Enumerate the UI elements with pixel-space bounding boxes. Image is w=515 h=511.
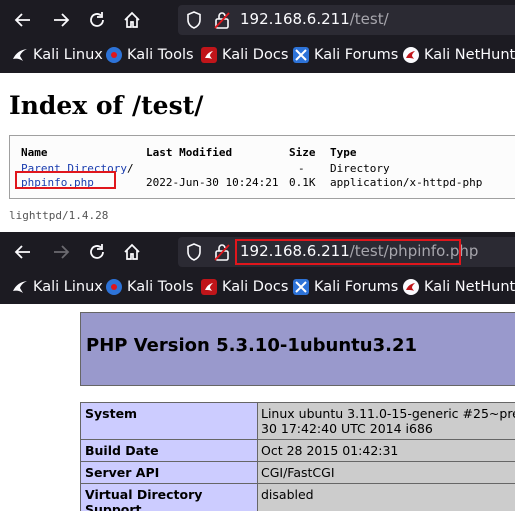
url-path: /test/ bbox=[349, 10, 389, 28]
listing-table: Name Last Modified Size Type Parent Dire… bbox=[9, 135, 515, 199]
back-button[interactable] bbox=[9, 238, 37, 266]
bookmark-label: Kali Docs bbox=[222, 279, 289, 295]
back-arrow-icon bbox=[14, 13, 30, 27]
insecure-lock-icon[interactable] bbox=[214, 11, 230, 29]
bookmark-label: Kali Forums bbox=[314, 47, 399, 63]
home-button[interactable] bbox=[118, 6, 146, 34]
page-title: Index of /test/ bbox=[9, 91, 204, 120]
table-row: Build Date Oct 28 2015 01:42:31 bbox=[80, 440, 515, 462]
column-header-modified[interactable]: Last Modified bbox=[146, 146, 232, 159]
home-icon bbox=[124, 11, 140, 28]
home-button[interactable] bbox=[118, 238, 146, 266]
bookmark-kali-forums[interactable]: Kali Forums bbox=[293, 279, 398, 295]
php-version-header: PHP Version 5.3.10-1ubuntu3.21 bbox=[80, 312, 515, 386]
phpinfo-highlight-box bbox=[15, 171, 116, 189]
row-type: application/x-httpd-php bbox=[330, 176, 483, 189]
kali-forums-icon bbox=[293, 279, 309, 295]
kali-tools-icon bbox=[106, 279, 122, 295]
browser-chrome-bottom: 192.168.6.211/test/phpinfo.php Kali Linu… bbox=[0, 232, 515, 304]
bookmark-label: Kali Tools bbox=[127, 279, 194, 295]
bookmark-kali-docs[interactable]: Kali Docs bbox=[201, 279, 288, 295]
forward-arrow-icon bbox=[54, 245, 70, 259]
kali-dragon-icon bbox=[12, 279, 28, 295]
bookmark-label: Kali NetHunter bbox=[424, 47, 515, 63]
bookmark-label: Kali Docs bbox=[222, 47, 289, 63]
phpinfo-page: PHP Version 5.3.10-1ubuntu3.21 System Li… bbox=[0, 304, 515, 511]
row-value: CGI/FastCGI bbox=[258, 462, 515, 483]
bookmark-kali-linux[interactable]: Kali Linux bbox=[12, 279, 103, 295]
table-row: Virtual Directory Support disabled bbox=[80, 484, 515, 511]
bookmarks-toolbar: Kali Linux Kali Tools Kali Docs Kali For… bbox=[0, 272, 515, 305]
row-value: Oct 28 2015 01:42:31 bbox=[258, 440, 515, 461]
url-highlight-box bbox=[235, 239, 461, 265]
kali-docs-icon bbox=[201, 279, 217, 295]
row-key: Build Date bbox=[80, 440, 258, 461]
kali-forums-icon bbox=[293, 47, 309, 63]
bookmark-kali-linux[interactable]: Kali Linux bbox=[12, 47, 103, 63]
row-key: Server API bbox=[80, 462, 258, 483]
bookmark-kali-nethunter[interactable]: Kali NetHunter bbox=[403, 47, 515, 63]
forward-button[interactable] bbox=[47, 6, 75, 34]
table-row: System Linux ubuntu 3.11.0-15-generic #2… bbox=[80, 402, 515, 440]
php-version-title: PHP Version 5.3.10-1ubuntu3.21 bbox=[86, 335, 418, 356]
row-size: 0.1K bbox=[289, 176, 316, 189]
bookmarks-toolbar: Kali Linux Kali Tools Kali Docs Kali For… bbox=[0, 40, 515, 73]
column-header-size[interactable]: Size bbox=[289, 146, 316, 159]
bookmark-kali-tools[interactable]: Kali Tools bbox=[106, 279, 194, 295]
phpinfo-table: System Linux ubuntu 3.11.0-15-generic #2… bbox=[80, 402, 515, 511]
nav-toolbar: 192.168.6.211/test/ bbox=[0, 0, 515, 40]
forward-button[interactable] bbox=[47, 238, 75, 266]
row-type: Directory bbox=[330, 162, 390, 175]
table-row: Server API CGI/FastCGI bbox=[80, 462, 515, 484]
shield-icon[interactable] bbox=[186, 243, 202, 261]
bookmark-label: Kali Forums bbox=[314, 279, 399, 295]
url-bar[interactable]: 192.168.6.211/test/ bbox=[178, 5, 515, 35]
home-icon bbox=[124, 243, 140, 260]
browser-chrome-top: 192.168.6.211/test/ Kali Linux Kali Tool… bbox=[0, 0, 515, 73]
back-button[interactable] bbox=[9, 6, 37, 34]
insecure-lock-icon[interactable] bbox=[214, 243, 230, 261]
row-value: disabled bbox=[258, 484, 515, 511]
url-bar[interactable]: 192.168.6.211/test/phpinfo.php bbox=[178, 237, 515, 267]
forward-arrow-icon bbox=[54, 13, 70, 27]
back-arrow-icon bbox=[14, 245, 30, 259]
column-header-type[interactable]: Type bbox=[330, 146, 357, 159]
kali-nethunter-icon bbox=[403, 279, 419, 295]
kali-dragon-icon bbox=[12, 47, 28, 63]
row-key: Virtual Directory Support bbox=[80, 484, 258, 511]
kali-tools-icon bbox=[106, 47, 122, 63]
kali-nethunter-icon bbox=[403, 47, 419, 63]
bookmark-kali-forums[interactable]: Kali Forums bbox=[293, 47, 398, 63]
directory-listing-page: Index of /test/ Name Last Modified Size … bbox=[0, 73, 515, 232]
row-value-line: Linux ubuntu 3.11.0-15-generic #25~preci… bbox=[261, 406, 515, 421]
reload-icon bbox=[90, 244, 104, 259]
reload-icon bbox=[90, 12, 104, 27]
bookmark-label: Kali NetHunter bbox=[424, 279, 515, 295]
bookmark-label: Kali Linux bbox=[33, 47, 103, 63]
row-size: - bbox=[298, 162, 305, 175]
bookmark-kali-tools[interactable]: Kali Tools bbox=[106, 47, 194, 63]
row-modified: 2022-Jun-30 10:24:21 bbox=[146, 176, 279, 189]
url-host: 192.168.6.211 bbox=[240, 10, 350, 28]
bookmark-kali-docs[interactable]: Kali Docs bbox=[201, 47, 288, 63]
reload-button[interactable] bbox=[83, 6, 111, 34]
kali-docs-icon bbox=[201, 47, 217, 63]
shield-icon[interactable] bbox=[186, 11, 202, 29]
bookmark-label: Kali Tools bbox=[127, 47, 194, 63]
row-value: Linux ubuntu 3.11.0-15-generic #25~preci… bbox=[258, 403, 515, 439]
row-suffix: / bbox=[126, 162, 134, 175]
column-header-name[interactable]: Name bbox=[21, 146, 48, 159]
row-key: System bbox=[80, 403, 258, 439]
reload-button[interactable] bbox=[83, 238, 111, 266]
server-signature: lighttpd/1.4.28 bbox=[9, 209, 109, 222]
bookmark-label: Kali Linux bbox=[33, 279, 103, 295]
row-value-line: 30 17:42:40 UTC 2014 i686 bbox=[261, 421, 433, 436]
bookmark-kali-nethunter[interactable]: Kali NetHunter bbox=[403, 279, 515, 295]
nav-toolbar: 192.168.6.211/test/phpinfo.php bbox=[0, 232, 515, 272]
url-text[interactable]: 192.168.6.211/test/ bbox=[240, 10, 389, 28]
